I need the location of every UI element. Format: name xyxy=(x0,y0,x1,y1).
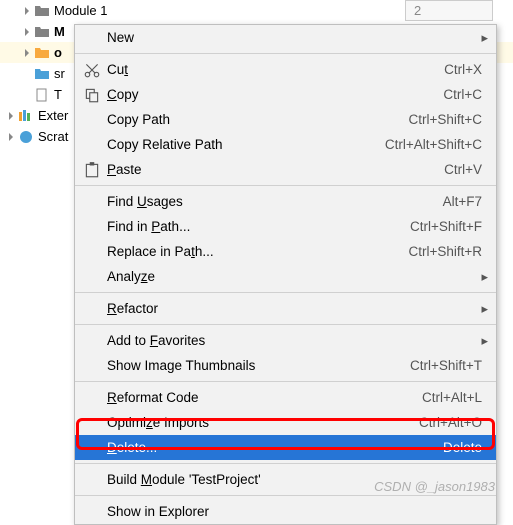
menu-refactor[interactable]: Refactor ▸ xyxy=(75,296,496,321)
line-number: 2 xyxy=(414,3,421,18)
chevron-right-icon: ▸ xyxy=(481,301,488,317)
menu-label: Delete... xyxy=(107,440,431,455)
menu-build-module[interactable]: Build Module 'TestProject' xyxy=(75,467,496,492)
menu-delete[interactable]: Delete... Delete xyxy=(75,435,496,460)
tree-label: M xyxy=(54,24,65,39)
tree-label: Scrat xyxy=(38,129,68,144)
menu-shortcut: Delete xyxy=(443,440,482,455)
menu-find-usages[interactable]: Find Usages Alt+F7 xyxy=(75,189,496,214)
blank-icon xyxy=(83,300,101,318)
chevron-right-icon xyxy=(22,6,32,16)
file-icon xyxy=(34,87,50,103)
menu-label: Optimize Imports xyxy=(107,415,407,430)
chevron-right-icon xyxy=(22,27,32,37)
blank-icon xyxy=(83,332,101,350)
folder-icon xyxy=(34,45,50,61)
menu-separator xyxy=(75,292,496,293)
chevron-right-icon xyxy=(22,48,32,58)
copy-icon xyxy=(83,86,101,104)
blank-icon xyxy=(83,111,101,129)
menu-reformat[interactable]: Reformat Code Ctrl+Alt+L xyxy=(75,385,496,410)
blank-icon xyxy=(83,439,101,457)
scratches-icon xyxy=(18,129,34,145)
menu-find-in-path[interactable]: Find in Path... Ctrl+Shift+F xyxy=(75,214,496,239)
folder-icon xyxy=(34,66,50,82)
chevron-right-icon: ▸ xyxy=(481,269,488,285)
chevron-right-icon xyxy=(6,132,16,142)
menu-paste[interactable]: Paste Ctrl+V xyxy=(75,157,496,182)
menu-shortcut: Alt+F7 xyxy=(443,194,482,209)
blank-icon xyxy=(83,193,101,211)
menu-shortcut: Ctrl+Shift+R xyxy=(408,244,482,259)
menu-shortcut: Ctrl+Shift+F xyxy=(410,219,482,234)
menu-shortcut: Ctrl+X xyxy=(444,62,482,77)
menu-label: Add to Favorites xyxy=(107,333,482,348)
clipboard-icon xyxy=(83,161,101,179)
library-icon xyxy=(18,108,34,124)
menu-copy-path[interactable]: Copy Path Ctrl+Shift+C xyxy=(75,107,496,132)
menu-separator xyxy=(75,495,496,496)
menu-label: Show in Explorer xyxy=(107,504,482,519)
tree-label: sr xyxy=(54,66,65,81)
menu-show-in-explorer[interactable]: Show in Explorer xyxy=(75,499,496,524)
menu-label: Replace in Path... xyxy=(107,244,396,259)
menu-label: Analyze xyxy=(107,269,482,284)
tree-label: Module 1 xyxy=(54,3,107,18)
chevron-right-icon xyxy=(6,111,16,121)
menu-shortcut: Ctrl+Shift+C xyxy=(408,112,482,127)
blank-icon xyxy=(83,503,101,521)
folder-icon xyxy=(34,3,50,19)
menu-label: New xyxy=(107,30,482,45)
menu-label: Reformat Code xyxy=(107,390,410,405)
menu-label: Copy Relative Path xyxy=(107,137,373,152)
blank-icon xyxy=(83,357,101,375)
blank-icon xyxy=(83,136,101,154)
menu-label: Refactor xyxy=(107,301,482,316)
menu-separator xyxy=(75,381,496,382)
blank-icon xyxy=(83,471,101,489)
menu-shortcut: Ctrl+V xyxy=(444,162,482,177)
scissors-icon xyxy=(83,61,101,79)
tree-label: T xyxy=(54,87,62,102)
menu-thumbnails[interactable]: Show Image Thumbnails Ctrl+Shift+T xyxy=(75,353,496,378)
blank-icon xyxy=(83,218,101,236)
menu-separator xyxy=(75,53,496,54)
menu-label: Find Usages xyxy=(107,194,431,209)
menu-new[interactable]: New ▸ xyxy=(75,25,496,50)
chevron-right-icon: ▸ xyxy=(481,333,488,349)
menu-shortcut: Ctrl+Alt+L xyxy=(422,390,482,405)
chevron-right-icon: ▸ xyxy=(481,30,488,46)
blank-icon xyxy=(83,243,101,261)
menu-favorites[interactable]: Add to Favorites ▸ xyxy=(75,328,496,353)
blank-icon xyxy=(83,268,101,286)
menu-separator xyxy=(75,324,496,325)
tree-label: o xyxy=(54,45,62,60)
menu-shortcut: Ctrl+Alt+Shift+C xyxy=(385,137,482,152)
menu-separator xyxy=(75,185,496,186)
menu-copy[interactable]: Copy Ctrl+C xyxy=(75,82,496,107)
menu-label: Build Module 'TestProject' xyxy=(107,472,482,487)
menu-cut[interactable]: Cut Ctrl+X xyxy=(75,57,496,82)
menu-replace-in-path[interactable]: Replace in Path... Ctrl+Shift+R xyxy=(75,239,496,264)
menu-shortcut: Ctrl+Shift+T xyxy=(410,358,482,373)
blank-icon xyxy=(83,29,101,47)
menu-label: Show Image Thumbnails xyxy=(107,358,398,373)
context-menu: New ▸ Cut Ctrl+X Copy Ctrl+C Copy Path C… xyxy=(74,24,497,525)
menu-optimize-imports[interactable]: Optimize Imports Ctrl+Alt+O xyxy=(75,410,496,435)
menu-analyze[interactable]: Analyze ▸ xyxy=(75,264,496,289)
menu-label: Find in Path... xyxy=(107,219,398,234)
folder-icon xyxy=(34,24,50,40)
menu-label: Copy Path xyxy=(107,112,396,127)
menu-label: Cut xyxy=(107,62,432,77)
menu-shortcut: Ctrl+C xyxy=(443,87,482,102)
blank-icon xyxy=(83,414,101,432)
menu-copy-relative-path[interactable]: Copy Relative Path Ctrl+Alt+Shift+C xyxy=(75,132,496,157)
menu-label: Copy xyxy=(107,87,431,102)
menu-label: Paste xyxy=(107,162,432,177)
menu-shortcut: Ctrl+Alt+O xyxy=(419,415,482,430)
blank-icon xyxy=(83,389,101,407)
editor-gutter: 2 xyxy=(405,0,493,21)
menu-separator xyxy=(75,463,496,464)
tree-label: Exter xyxy=(38,108,68,123)
